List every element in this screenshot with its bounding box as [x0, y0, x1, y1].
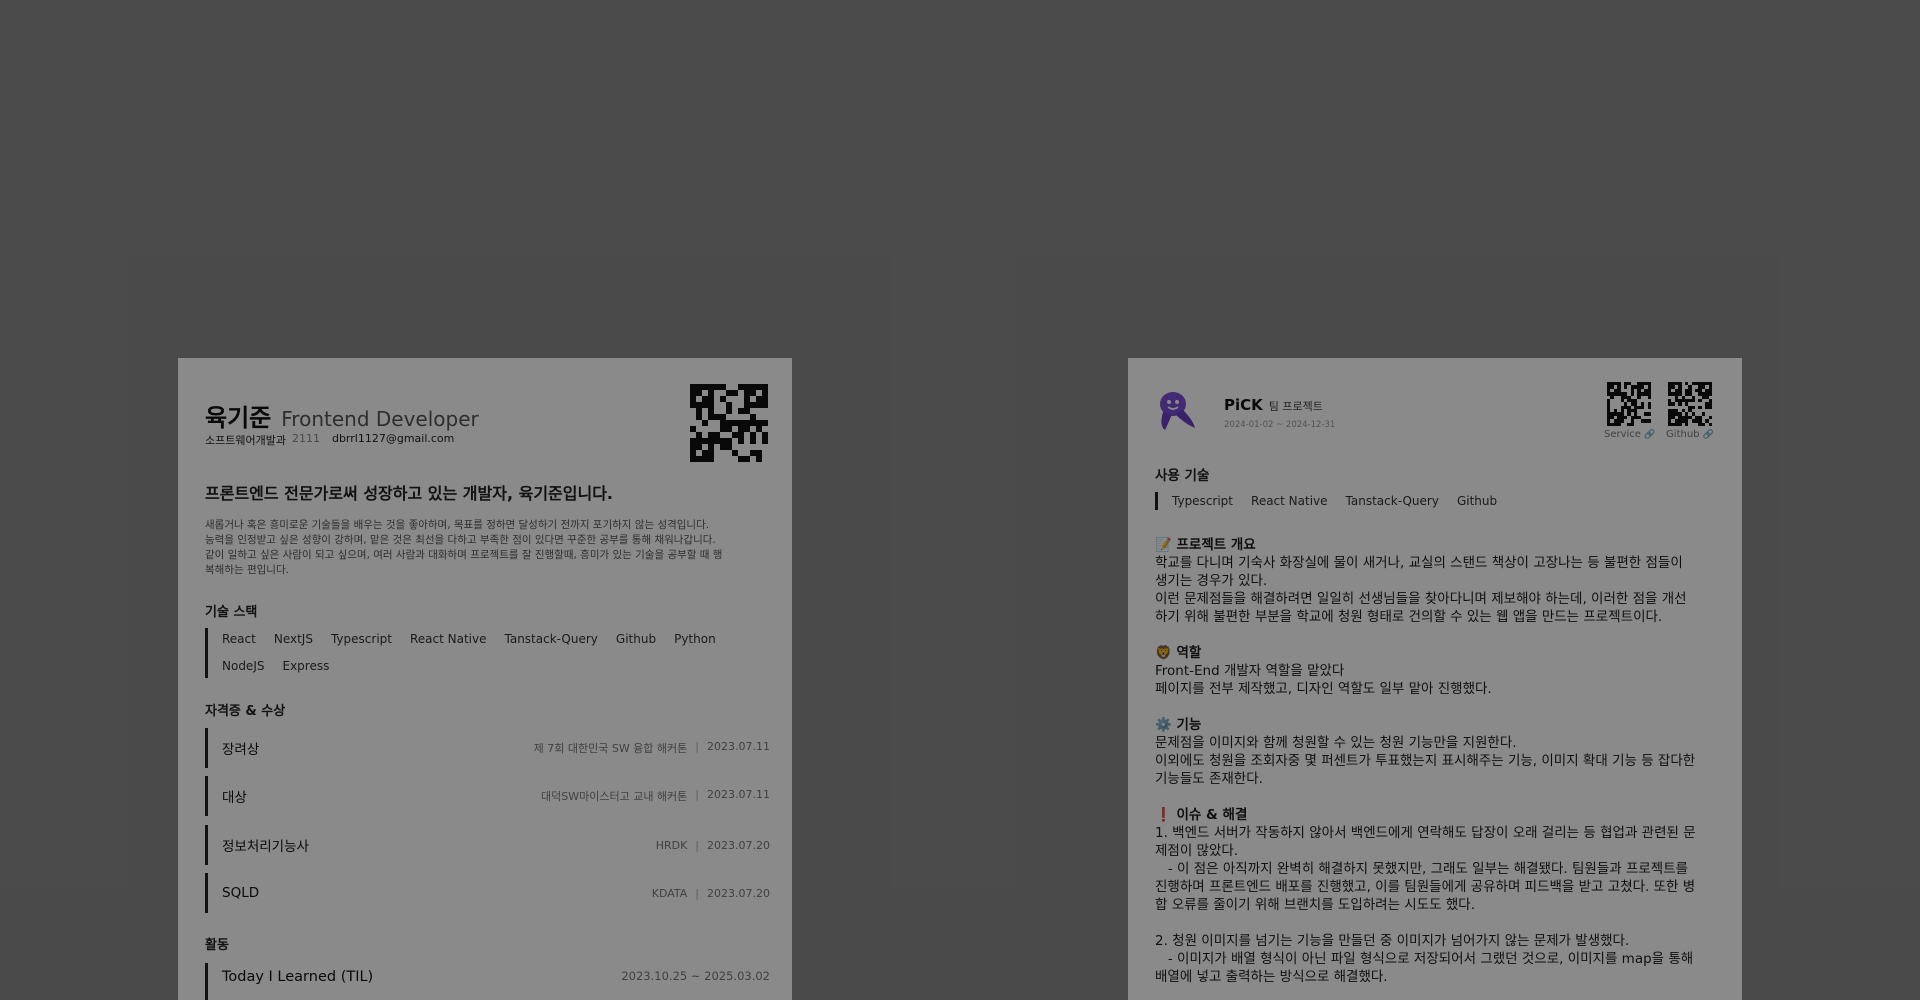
cert-name: 정보처리기능사	[222, 839, 309, 855]
issue-line: 합 오류를 줄이기 위해 브랜치를 도입하려는 시도도 했다.	[1155, 897, 1475, 913]
divider: |	[695, 788, 700, 801]
github-qr[interactable]: Github 🔗	[1665, 382, 1715, 440]
overview-line: 이런 문제점들을 해결하려면 일일히 선생님들을 찾아다니며 제보해야 하는데,…	[1155, 591, 1687, 607]
stack-chip: React	[222, 632, 256, 646]
github-qr-code[interactable]	[1668, 382, 1712, 426]
stack-chip: Tanstack-Query	[504, 632, 598, 646]
issue-line: 제점이 많았다.	[1155, 843, 1239, 859]
project-tag: 팀 프로젝트	[1268, 400, 1323, 413]
project-logo-icon	[1160, 392, 1195, 430]
cert-item: 대상 대덕SW마이스터고 교내 해커톤 | 2023.07.11	[205, 776, 770, 816]
cert-date: 2023.07.11	[707, 788, 770, 801]
overview-heading: 📝 프로젝트 개요	[1155, 537, 1256, 553]
stack-chip: NodeJS	[222, 659, 265, 673]
intro-line: 같이 일하고 싶은 사람이 되고 싶으며, 여러 사람과 대화하며 프로젝트를 …	[205, 549, 723, 561]
intro-text: 새롭거나 혹은 흥미로운 기술들을 배우는 것을 좋아하며, 목표를 정하면 달…	[205, 518, 770, 578]
cert-date: 2023.07.20	[707, 886, 770, 900]
certs-title: 자격증 & 수상	[205, 704, 286, 719]
tech-title: 사용 기술	[1155, 468, 1210, 484]
activity-title: 활동	[205, 938, 229, 953]
link-icon: 🔗	[1702, 430, 1714, 440]
stack-title: 기술 스택	[205, 605, 258, 620]
cert-name: 장려상	[222, 742, 260, 758]
issue-line: - 이미지가 배열 형식이 아닌 파일 형식으로 저장되어서 그랬던 것으로, …	[1155, 951, 1694, 967]
cert-name: 대상	[222, 790, 247, 806]
headline: 프론트엔드 전문가로써 성장하고 있는 개발자, 육기준입니다.	[205, 484, 614, 503]
issue-heading: ❗ 이슈 & 해결	[1155, 807, 1248, 823]
stack-chip: NextJS	[273, 632, 313, 646]
cert-org: 대덕SW마이스터고 교내 해커톤	[541, 790, 688, 803]
stack-chip: Python	[674, 632, 716, 646]
service-qr-code[interactable]	[1607, 382, 1651, 426]
overview-line: 하기 위해 불편한 부분을 학교에 청원 형태로 건의할 수 있는 웹 앱을 만…	[1155, 609, 1663, 625]
intro-line: 복해하는 편입니다.	[205, 564, 289, 576]
stack-chip: Typescript	[330, 632, 392, 646]
overview-line: 학교를 다니며 기숙사 화장실에 물이 새거나, 교실의 스탠드 책상이 고장나…	[1155, 555, 1683, 571]
cert-meta: HRDK | 2023.07.20	[656, 839, 770, 852]
feature-line: 이외에도 청원을 조회자중 몇 퍼센트가 투표했는지 표시해주는 기능, 이미지…	[1155, 753, 1696, 769]
tech-chip: Tanstack-Query	[1345, 494, 1439, 508]
role-line: Front-End 개발자 역할을 맡았다	[1155, 663, 1345, 679]
cert-item: 정보처리기능사 HRDK | 2023.07.20	[205, 825, 770, 865]
project-period: 2024-01-02 ~ 2024-12-31	[1224, 420, 1336, 430]
project-page: PiCK 팀 프로젝트 2024-01-02 ~ 2024-12-31 Serv…	[1128, 358, 1742, 1000]
issue-line: 1. 백엔드 서버가 작동하지 않아서 백엔드에게 연락해도 답장이 오래 걸리…	[1155, 825, 1696, 841]
cert-date: 2023.07.11	[707, 740, 770, 753]
department: 소프트웨어개발과	[205, 434, 286, 447]
issue-line: 진행하며 프론트엔드 배포를 진행했고, 이를 팀원들에게 공유하며 피드백을 …	[1155, 879, 1696, 895]
email: dbrrl1127@gmail.com	[331, 432, 455, 445]
cert-meta: 대덕SW마이스터고 교내 해커톤 | 2023.07.11	[541, 788, 770, 804]
stack-chip: React Native	[409, 632, 487, 646]
intro-line: 새롭거나 혹은 흥미로운 기술들을 배우는 것을 좋아하며, 목표를 정하면 달…	[205, 519, 710, 531]
tech-chip: Github	[1456, 494, 1498, 508]
author-role: Frontend Developer	[281, 407, 479, 431]
cert-org: 제 7회 대한민국 SW 융합 해커톤	[533, 742, 688, 755]
issue-line: - 이 점은 아직까지 완벽히 해결하지 못했지만, 그래도 일부는 해결됐다.…	[1155, 861, 1689, 877]
role-heading: 🦁 역할	[1155, 645, 1202, 661]
cert-meta: 제 7회 대한민국 SW 융합 해커톤 | 2023.07.11	[534, 740, 770, 756]
intro-line: 능력을 인정받고 싶은 성향이 강하며, 맡은 것은 최선을 다하고 부족한 점…	[205, 534, 716, 546]
divider: |	[695, 838, 700, 852]
activity-item: Today I Learned (TIL) 2023.10.25 ~ 2025.…	[205, 963, 770, 1000]
github-label: Github	[1666, 429, 1700, 440]
tech-chip: React Native	[1251, 494, 1328, 508]
issue-line: 2. 청원 이미지를 넘기는 기능을 만들던 중 이미지가 넘어가지 않는 문제…	[1155, 933, 1630, 949]
contact-info: 소프트웨어개발과 2111 dbrrl1127@gmail.com	[205, 432, 454, 448]
resume-page: 육기준 Frontend Developer 소프트웨어개발과 2111 dbr…	[178, 358, 792, 1000]
overview-line: 생기는 경우가 있다.	[1155, 573, 1268, 589]
issue-line: 배열에 넣고 출력하는 방식으로 해결했다.	[1155, 969, 1388, 985]
feature-line: 기능들도 존재한다.	[1155, 771, 1263, 787]
service-label: Service	[1604, 429, 1641, 440]
cert-date: 2023.07.20	[707, 838, 770, 852]
cert-item: SQLD KDATA | 2023.07.20	[205, 873, 770, 913]
feature-heading: ⚙️ 기능	[1155, 717, 1202, 733]
name-row: 육기준 Frontend Developer	[205, 398, 479, 433]
activity-period: 2023.10.25 ~ 2025.03.02	[621, 969, 770, 983]
stack-list: React NextJS Typescript React Native Tan…	[205, 628, 765, 678]
service-qr[interactable]: Service 🔗	[1604, 382, 1656, 440]
role-line: 페이지를 전부 제작했고, 디자인 역할도 일부 맡아 진행했다.	[1155, 681, 1492, 697]
feature-line: 문제점을 이미지와 함께 청원할 수 있는 청원 기능만을 지원한다.	[1155, 735, 1517, 751]
cert-meta: KDATA | 2023.07.20	[652, 887, 770, 900]
cert-org: HRDK	[655, 838, 688, 852]
project-details: 📝 프로젝트 개요 학교를 다니며 기숙사 화장실에 물이 새거나, 교실의 스…	[1155, 536, 1725, 986]
divider: |	[695, 886, 700, 900]
divider: |	[695, 740, 700, 753]
link-icon: 🔗	[1644, 430, 1656, 440]
activity-name: Today I Learned (TIL)	[222, 969, 374, 985]
project-name: PiCK	[1224, 396, 1263, 414]
cert-name: SQLD	[222, 885, 260, 901]
tech-list: Typescript React Native Tanstack-Query G…	[1155, 492, 1497, 510]
stack-chip: Express	[282, 659, 330, 673]
tech-chip: Typescript	[1172, 494, 1234, 508]
project-title: PiCK 팀 프로젝트	[1224, 396, 1323, 414]
qr-code[interactable]	[690, 384, 768, 462]
cert-org: KDATA	[651, 886, 688, 900]
student-id: 2111	[291, 432, 320, 445]
stack-chip: Github	[615, 632, 657, 646]
author-name: 육기준	[205, 404, 272, 432]
cert-item: 장려상 제 7회 대한민국 SW 융합 해커톤 | 2023.07.11	[205, 728, 770, 768]
